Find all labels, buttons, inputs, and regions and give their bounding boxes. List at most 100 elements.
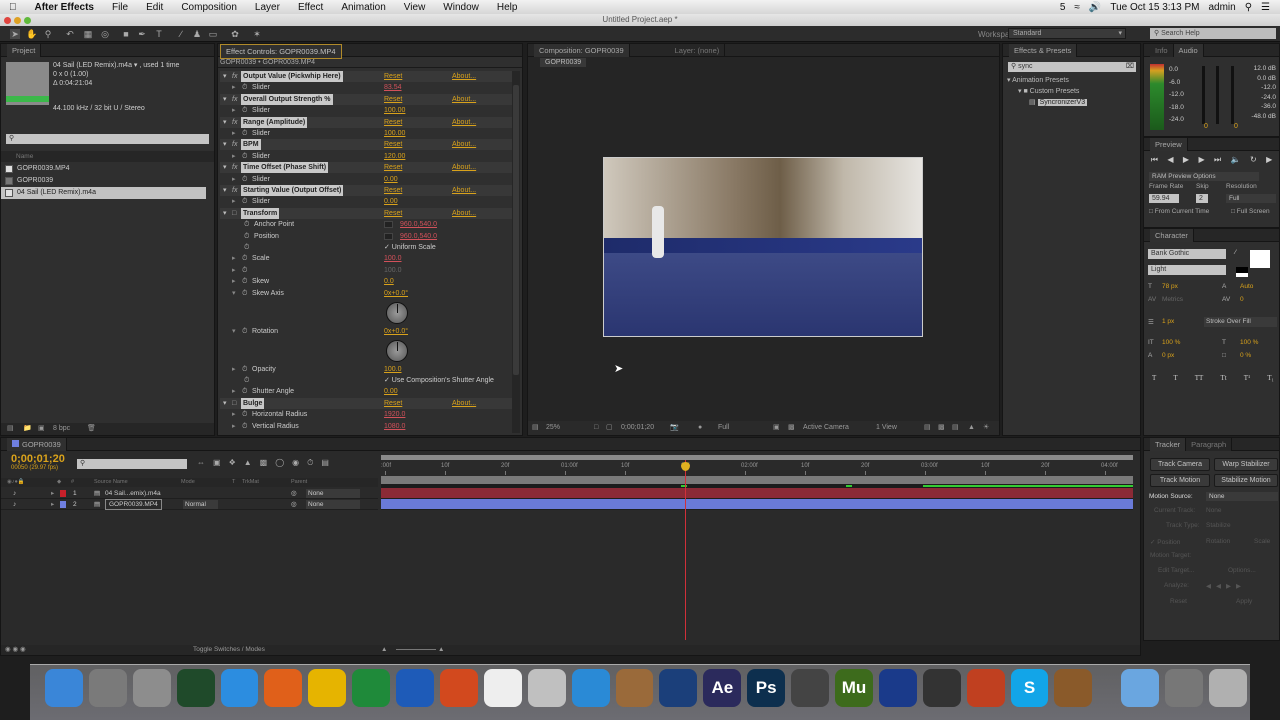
downloads-icon[interactable] bbox=[1165, 669, 1204, 707]
expand-triangle-icon[interactable]: ▸ bbox=[51, 488, 54, 499]
finder-icon[interactable] bbox=[45, 669, 83, 707]
about-link[interactable]: About... bbox=[452, 162, 476, 173]
tab-project[interactable]: Project bbox=[7, 44, 42, 57]
skype-icon[interactable]: S bbox=[1010, 669, 1049, 707]
property-value[interactable]: 100.0 bbox=[384, 265, 402, 276]
text-style-button[interactable]: TT bbox=[1195, 374, 1204, 382]
expand-triangle-icon[interactable]: ▸ bbox=[51, 499, 54, 510]
new-composition-icon[interactable]: ▣ bbox=[38, 423, 45, 435]
effect-property[interactable]: ▸ ⏱ Vertical Radius 1080.0 bbox=[220, 421, 512, 432]
effect-property[interactable]: ▾ ⏱ Rotation 0x+0.0° bbox=[220, 326, 512, 337]
frame-blending-icon[interactable]: ▩ bbox=[260, 458, 276, 467]
angle-dial[interactable] bbox=[386, 302, 408, 324]
stopwatch-icon[interactable]: ⏱ bbox=[242, 253, 247, 264]
expand-triangle-icon[interactable]: ▾ bbox=[223, 71, 227, 82]
effect-property[interactable]: ▸ ⏱ Slider 0.00 bbox=[220, 174, 512, 185]
type-tool-icon[interactable]: T bbox=[154, 29, 164, 39]
stroke-color-swatch[interactable] bbox=[1236, 267, 1248, 277]
app-menu[interactable]: After Effects bbox=[26, 2, 103, 13]
property-value[interactable]: 960.0,540.0 bbox=[400, 219, 437, 230]
effect-header[interactable]: ▾ fx Output Value (Pickwhip Here) Reset Abou… bbox=[220, 71, 512, 82]
left-level-slider[interactable] bbox=[1202, 66, 1205, 124]
about-link[interactable]: About... bbox=[452, 185, 476, 196]
menu-animation[interactable]: Animation bbox=[332, 2, 394, 13]
comp-navigator-tab[interactable]: GOPR0039 bbox=[540, 58, 587, 67]
property-value[interactable]: 0x+0.0° bbox=[384, 326, 408, 337]
effect-property[interactable]: ▸ ⏱ Skew 0.0 bbox=[220, 276, 512, 287]
graph-editor-icon[interactable]: ◉ bbox=[292, 458, 307, 467]
tsume-value[interactable]: 0 % bbox=[1240, 352, 1251, 359]
about-link[interactable]: About... bbox=[452, 208, 476, 219]
mask-visibility-icon[interactable]: ▢ bbox=[606, 421, 613, 435]
safari-icon[interactable] bbox=[220, 669, 259, 707]
expand-triangle-icon[interactable]: ▸ bbox=[232, 421, 236, 432]
trash-icon[interactable] bbox=[1209, 669, 1248, 707]
next-frame-icon[interactable]: ▶ bbox=[1198, 155, 1204, 165]
clear-search-icon[interactable]: ⌧ bbox=[1126, 62, 1134, 72]
zoom-in-icon[interactable]: ▲ bbox=[438, 645, 444, 655]
live-update-icon[interactable]: ▣ bbox=[213, 458, 229, 467]
effect-property[interactable]: ⏱ Position 960.0,540.0 bbox=[220, 231, 512, 242]
interpret-footage-icon[interactable]: ▤ bbox=[7, 423, 14, 435]
menu-effect[interactable]: Effect bbox=[289, 2, 332, 13]
angle-dial[interactable] bbox=[386, 340, 408, 362]
track-type-select[interactable]: Stabilize bbox=[1206, 522, 1231, 529]
property-value[interactable]: 83.54 bbox=[384, 82, 402, 93]
tab-effects-presets[interactable]: Effects & Presets bbox=[1009, 44, 1078, 57]
quicktime-icon[interactable] bbox=[659, 669, 698, 707]
about-link[interactable]: About... bbox=[452, 71, 476, 82]
property-value[interactable]: 100.0 bbox=[384, 253, 402, 264]
motion-blur-icon[interactable]: ◯ bbox=[275, 458, 292, 467]
itunes-icon[interactable] bbox=[571, 669, 610, 707]
reset-link[interactable]: Reset bbox=[384, 398, 402, 409]
font-style-select[interactable]: Light bbox=[1148, 265, 1226, 275]
frame-rate-input[interactable]: 59.94 bbox=[1149, 194, 1179, 203]
new-folder-icon[interactable]: 📁 bbox=[23, 423, 32, 435]
analyze-buttons[interactable]: ◀◀▶▶ bbox=[1206, 582, 1246, 590]
stopwatch-icon[interactable]: ⏱ bbox=[244, 231, 249, 242]
comp-mini-flowchart-icon[interactable]: ⇔ bbox=[197, 458, 213, 467]
fx-icon[interactable]: fx bbox=[232, 162, 237, 173]
draft-3d-icon[interactable]: ❖ bbox=[229, 458, 244, 467]
stopwatch-icon[interactable]: ⏱ bbox=[242, 151, 247, 162]
search-help-input[interactable]: ⚲ Search Help bbox=[1150, 28, 1276, 39]
stopwatch-icon[interactable]: ⏱ bbox=[242, 128, 247, 139]
selection-tool-icon[interactable]: ➤ bbox=[10, 29, 20, 39]
photo-icon[interactable] bbox=[527, 669, 566, 707]
bpc-toggle[interactable]: 8 bpc bbox=[53, 423, 70, 435]
fx-icon[interactable]: fx bbox=[232, 139, 237, 150]
fx-icon[interactable]: fx bbox=[232, 117, 237, 128]
resolution-select[interactable]: Full bbox=[718, 421, 729, 435]
preset-tree-item[interactable]: ▾ Animation Presets bbox=[1007, 75, 1132, 86]
current-time-field[interactable]: 0;00;01;20 bbox=[621, 421, 654, 435]
zoom-slider[interactable] bbox=[396, 649, 436, 650]
stopwatch-icon[interactable]: ⏱ bbox=[242, 82, 247, 93]
effect-header[interactable]: ▾ fx Time Offset (Phase Shift) Reset About..… bbox=[220, 162, 512, 174]
effect-toggle-icon[interactable]: □ bbox=[232, 208, 236, 219]
expand-triangle-icon[interactable]: ▾ bbox=[232, 326, 236, 337]
zoom-tool-icon[interactable]: ⚲ bbox=[43, 29, 53, 39]
font-size-value[interactable]: 78 px bbox=[1162, 283, 1178, 290]
ram-preview-icon[interactable]: ▶ bbox=[1266, 155, 1272, 165]
stopwatch-icon[interactable]: ⏱ bbox=[242, 326, 247, 337]
last-frame-icon[interactable]: ⏭ bbox=[1214, 155, 1221, 165]
expand-triangle-icon[interactable]: ▾ bbox=[223, 139, 227, 150]
effect-property[interactable]: ▸ ⏱ Opacity 100.0 bbox=[220, 364, 512, 375]
tab-tracker[interactable]: Tracker bbox=[1150, 438, 1187, 451]
property-value[interactable]: 0.00 bbox=[384, 386, 398, 397]
effect-property[interactable]: ▸ ⏱ Slider 120.00 bbox=[220, 151, 512, 162]
rectangle-tool-icon[interactable]: ■ bbox=[121, 29, 131, 39]
transparency-grid-icon[interactable]: ▩ bbox=[788, 421, 795, 435]
expand-triangle-icon[interactable]: ▸ bbox=[232, 276, 236, 287]
zoom-out-icon[interactable]: ▲ bbox=[381, 645, 387, 655]
ram-preview-options-select[interactable]: RAM Preview Options bbox=[1149, 172, 1259, 181]
play-icon[interactable]: ▶ bbox=[1183, 155, 1189, 165]
menu-layer[interactable]: Layer bbox=[246, 2, 289, 13]
view-layout-select[interactable]: 1 View bbox=[876, 421, 897, 435]
tab-layer[interactable]: Layer: (none) bbox=[670, 44, 726, 57]
workspace-select[interactable]: Standard ▾ bbox=[1008, 28, 1126, 39]
text-style-button[interactable]: T bbox=[1152, 374, 1156, 382]
effect-header[interactable]: ▾ fx Range (Amplitude) Reset About... bbox=[220, 116, 512, 128]
timeline-search-input[interactable]: ⚲ bbox=[77, 459, 187, 469]
resolution-select[interactable]: Full bbox=[1226, 194, 1276, 203]
